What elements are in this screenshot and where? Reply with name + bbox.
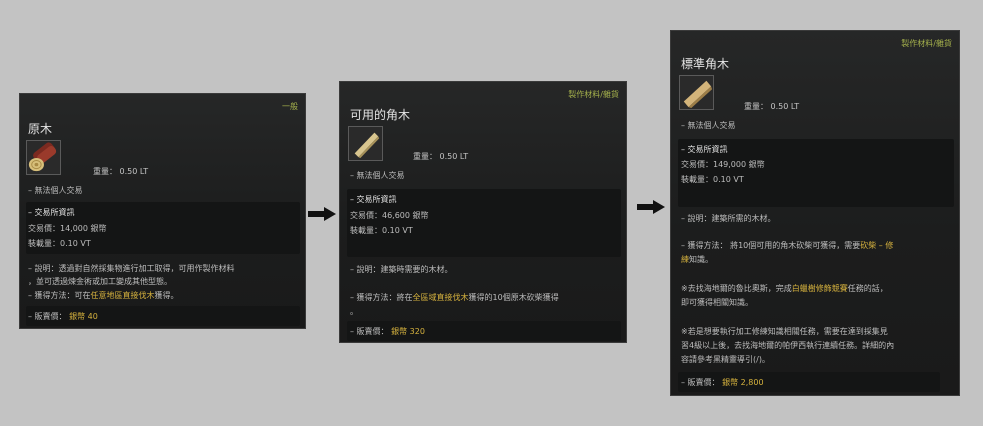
sell-price: – 販賣價： 銀幣 40	[28, 311, 98, 323]
obtain-method-cont: 練知識。	[681, 254, 713, 266]
sell-value: 銀幣 2,800	[722, 378, 764, 387]
item-category: 製作材料/雜貨	[568, 90, 619, 99]
obtain-method: – 獲得方法： 將10個可用的角木砍柴可獲得，需要砍柴 – 修	[681, 240, 893, 252]
note-2-line-3: 容請參考黑精靈導引(/)。	[681, 355, 770, 364]
note-1-line-2: 即可獲得相關知識。	[681, 298, 753, 307]
sell-value: 銀幣 40	[69, 312, 98, 321]
tooltip-card-usable-plank: 製作材料/雜貨 可用的角木 重量： 0.50 LT – 無法個人交易 – 交易所…	[339, 81, 627, 343]
log-icon	[26, 140, 61, 175]
obtain-highlight: 全區域直接伐木	[412, 293, 469, 302]
obtain-label: – 獲得方法： 將10個可用的角木砍柴可獲得，需要	[681, 241, 861, 250]
sell-value: 銀幣 320	[391, 327, 425, 336]
obtain-method-cont: 。	[350, 307, 358, 316]
item-category: 一般	[282, 102, 298, 111]
item-title: 原木	[28, 122, 53, 136]
sell-label: – 販賣價：	[28, 312, 67, 321]
item-weight: 重量： 0.50 LT	[744, 102, 800, 111]
obtain-method: – 獲得方法：可在任意地區直接伐木獲得。	[28, 290, 179, 302]
market-info-header: – 交易所資訊	[350, 195, 397, 204]
no-trade-note: – 無法個人交易	[681, 121, 736, 130]
market-load: 裝載量：0.10 VT	[350, 226, 413, 235]
market-price: 交易價：14,000 銀幣	[28, 224, 107, 233]
note1-prefix: ※去找海地爾的魯比奧斯，完成	[681, 284, 792, 293]
obtain-method: – 獲得方法：將在全區域直接伐木獲得的10個原木砍柴獲得	[350, 292, 559, 304]
description-line-2: ，並可透過煉金術或加工變成其他型態。	[28, 277, 172, 286]
note1-highlight: 白蠟樹修飾競賽	[791, 284, 848, 293]
note1-suffix: 任務的話，	[847, 284, 888, 293]
item-title: 可用的角木	[350, 108, 411, 122]
arrow-right-icon	[308, 207, 336, 221]
obtain-label: – 獲得方法：將在	[350, 293, 413, 302]
sell-label: – 販賣價：	[681, 378, 720, 387]
market-load: 裝載量：0.10 VT	[681, 175, 744, 184]
item-weight: 重量： 0.50 LT	[413, 152, 469, 161]
sell-label: – 販賣價：	[350, 327, 389, 336]
market-info-header: – 交易所資訊	[681, 145, 728, 154]
description: – 說明：建築所需的木材。	[681, 214, 776, 223]
tooltip-card-standard-plank: 製作材料/雜貨 標準角木 重量： 0.50 LT – 無法個人交易 – 交易所資…	[670, 30, 960, 396]
note-1: ※去找海地爾的魯比奧斯，完成白蠟樹修飾競賽任務的話，	[681, 283, 888, 295]
note-2-line-2: 習4級以上後，去找海地爾的帕伊西執行連續任務。詳細的內	[681, 341, 895, 350]
obtain-highlight: 砍柴 – 修	[860, 241, 894, 250]
no-trade-note: – 無法個人交易	[28, 186, 83, 195]
usable-plank-icon	[348, 126, 383, 161]
market-price: 交易價：46,600 銀幣	[350, 211, 429, 220]
obtain-cont: 知識。	[689, 255, 713, 264]
item-category: 製作材料/雜貨	[901, 39, 952, 48]
item-weight: 重量： 0.50 LT	[93, 167, 149, 176]
obtain-suffix: 獲得的10個原木砍柴獲得	[468, 293, 559, 302]
obtain-label: – 獲得方法：可在	[28, 291, 91, 300]
market-load: 裝載量：0.10 VT	[28, 239, 91, 248]
tooltip-card-log: 一般 原木 重量： 0.50 LT – 無法個人交易 – 交易所資訊 交易價：1…	[19, 93, 306, 329]
item-title: 標準角木	[681, 57, 730, 71]
obtain-highlight: 任意地區直接伐木	[90, 291, 155, 300]
description-line-1: – 說明：透過對自然採集物進行加工取得，可用作製作材料	[28, 264, 235, 273]
sell-price: – 販賣價： 銀幣 2,800	[681, 377, 764, 389]
obtain-cont-highlight: 練	[681, 255, 689, 264]
market-price: 交易價：149,000 銀幣	[681, 160, 765, 169]
description: – 說明：建築時需要的木材。	[350, 265, 453, 274]
obtain-suffix: 獲得。	[154, 291, 179, 300]
market-info-header: – 交易所資訊	[28, 208, 75, 217]
note-2-line-1: ※若是想要執行加工修練知識相關任務，需要在達到採集見	[681, 327, 888, 336]
sell-price: – 販賣價： 銀幣 320	[350, 326, 425, 338]
arrow-right-icon	[637, 200, 665, 214]
no-trade-note: – 無法個人交易	[350, 171, 405, 180]
standard-plank-icon	[679, 75, 714, 110]
